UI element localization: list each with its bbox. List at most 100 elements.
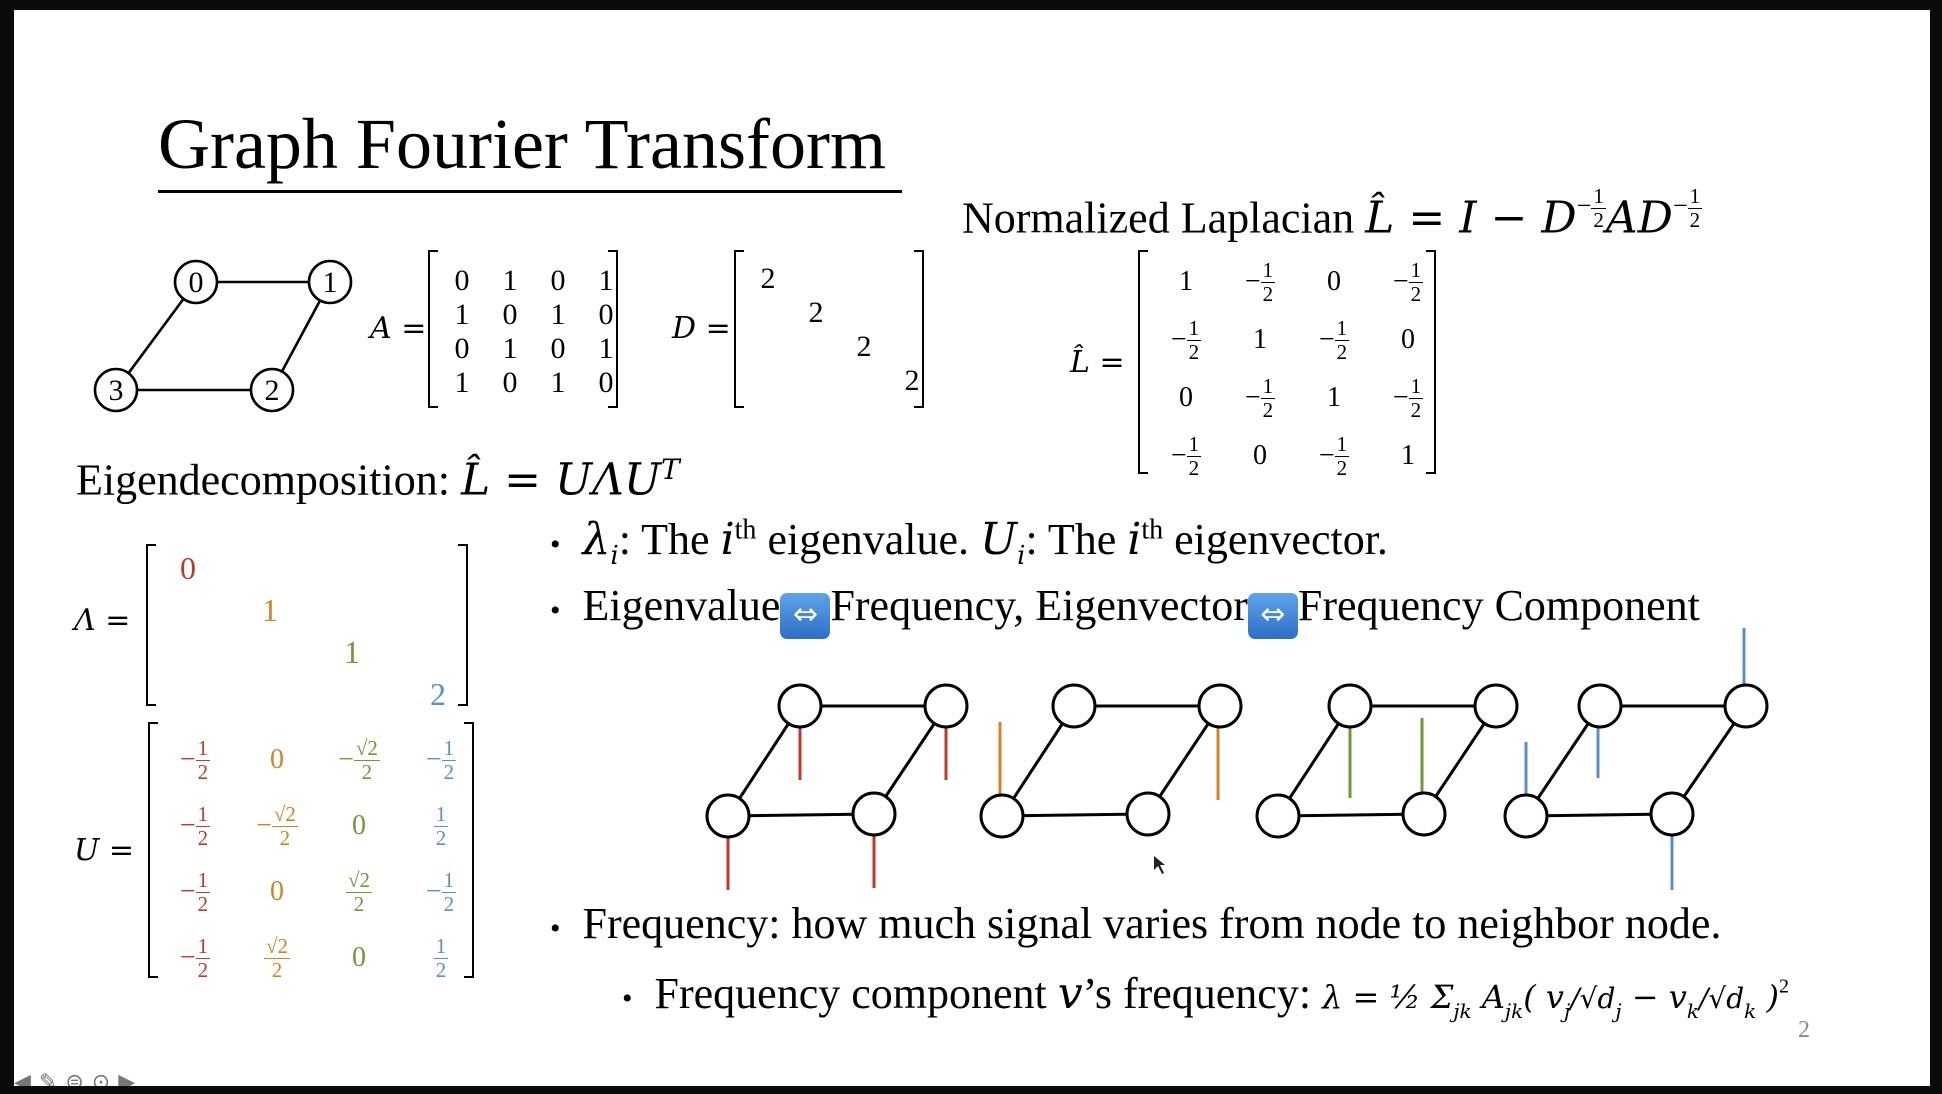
lambda-diag-2: 1 (344, 634, 360, 670)
adjacency-cell: 1 (550, 366, 566, 399)
slide-title: Graph Fourier Transform (158, 104, 886, 184)
signal-graph-1 (1000, 704, 1222, 818)
signal-node (1255, 793, 1301, 839)
u-cell: − √2 2 (338, 735, 380, 784)
degree-bracket-left (734, 250, 744, 408)
bullet-frequency-formula: • Frequency component v’s frequency: λ =… (622, 968, 1789, 1023)
laplacian-cell: −1 2 (1244, 257, 1276, 306)
eigen-heading-text: Eigendecomposition: (76, 455, 450, 505)
lambda-bracket-left (146, 544, 156, 706)
signal-node (1723, 683, 1769, 729)
laplacian-cell: 0 (1179, 382, 1193, 413)
adjacency-cell: 1 (502, 264, 518, 297)
bullet-dot: • (550, 528, 561, 561)
bullet-frequency-text: Frequency: how much signal varies from n… (582, 899, 1722, 948)
signal-node (1051, 683, 1097, 729)
laplacian-cell: −1 2 (1244, 373, 1276, 422)
signal-node (1401, 791, 1447, 837)
u-cell: 0 (270, 876, 284, 907)
u-cell: −1 2 (179, 801, 211, 850)
pen-tool-icon[interactable]: ✎ (39, 1070, 57, 1087)
adjacency-cell: 0 (454, 264, 470, 297)
signal-node (923, 683, 969, 729)
adjacency-cell: 1 (598, 332, 614, 365)
u-cell: −1 2 (179, 933, 211, 982)
bullet-dot: • (550, 912, 561, 945)
lambda-diag-1: 1 (262, 592, 278, 628)
signal-node (1503, 793, 1549, 839)
lambda-bracket-right (458, 544, 468, 706)
adjacency-cell: 1 (550, 298, 566, 331)
adjacency-cell: 0 (550, 264, 566, 297)
laplacian-cell: −1 2 (1170, 315, 1202, 364)
eigen-heading-sup: T (660, 453, 680, 486)
adjacency-cell: 0 (598, 366, 614, 399)
presentation-controls: ◀ ✎ ⊜ ⊙ ▶ (14, 1068, 135, 1087)
eigen-heading-formula: L̂ = UΛU (460, 454, 661, 506)
graph-node-label-3: 3 (109, 374, 124, 407)
signal-node (1125, 791, 1171, 837)
signal-node (777, 683, 823, 729)
laplacian-exp-1: −1 2 (1576, 184, 1606, 232)
adjacency-cell: 0 (598, 298, 614, 331)
adjacency-cell: 1 (502, 332, 518, 365)
u-cell: −1 2 (425, 735, 457, 784)
adjacency-label: A = (370, 311, 427, 346)
lambda-label: Λ = (74, 603, 131, 638)
adjacency-cell: 1 (598, 264, 614, 297)
eigendecomposition-heading: Eigendecomposition: L̂ = UΛUT (76, 456, 680, 503)
slide-menu-icon[interactable]: ⊜ (65, 1070, 83, 1087)
u-cell: −1 2 (425, 867, 457, 916)
laplacian-cell: −1 2 (1392, 257, 1424, 306)
u-cell: 12 (433, 801, 449, 850)
signal-node (1649, 791, 1695, 837)
signal-graph-2 (1276, 704, 1498, 818)
laplacian-heading: Normalized Laplacian L̂ = I − D− 1 2 AD− 1 2 (962, 184, 1703, 243)
u-label: U = (74, 833, 134, 868)
next-slide-icon[interactable]: ▶ (118, 1070, 135, 1087)
u-cell: 0 (352, 810, 366, 841)
more-options-icon[interactable]: ⊙ (92, 1070, 110, 1087)
u-cell: √2 2 (263, 933, 291, 982)
degree-cell: 2 (856, 330, 872, 363)
laplacian-cell: 1 (1327, 382, 1341, 413)
laplacian-cell: 0 (1253, 440, 1267, 471)
laplacian-cell: 1 (1179, 266, 1193, 297)
signal-graph-3 (1524, 704, 1748, 818)
u-cell: −1 2 (179, 867, 211, 916)
degree-cell: 2 (904, 364, 920, 397)
signal-node (1327, 683, 1373, 729)
laplacian-heading-text: Normalized Laplacian (962, 193, 1355, 243)
page-number: 2 (1798, 1017, 1810, 1043)
laplacian-bracket-left (1138, 250, 1148, 474)
degree-label: D = (672, 311, 731, 346)
degree-cell: 2 (760, 262, 776, 295)
bullet-frequency-definition: • Frequency: how much signal varies from… (550, 902, 1721, 946)
bullet-dot: • (622, 982, 633, 1015)
title-underline (158, 190, 902, 193)
adjacency-cell: 0 (550, 332, 566, 365)
mouse-cursor-icon (1154, 856, 1165, 874)
graph-node-label-2: 2 (265, 374, 280, 407)
signal-graph-0 (726, 704, 948, 818)
u-cell: 12 (433, 933, 449, 982)
adjacency-bracket-left (428, 250, 438, 408)
laplacian-cell: −1 2 (1392, 373, 1424, 422)
u-cell: −1 2 (179, 735, 211, 784)
adjacency-cell: 1 (454, 366, 470, 399)
lambda-diag-3: 2 (430, 676, 446, 712)
u-cell: √2 2 (345, 867, 373, 916)
laplacian-cell: 0 (1401, 324, 1415, 355)
laplacian-cell: 1 (1401, 440, 1415, 471)
u-cell: − √2 2 (256, 801, 298, 850)
laplacian-exp-2: −1 2 (1672, 184, 1703, 232)
adjacency-cell: 0 (502, 298, 518, 331)
laplacian-cell: −1 2 (1318, 315, 1350, 364)
previous-slide-icon[interactable]: ◀ (14, 1070, 31, 1087)
graph-diagram: 0 1 2 3 (93, 259, 353, 413)
signal-node (1197, 683, 1243, 729)
laplacian-cell: −1 2 (1318, 431, 1350, 480)
signal-node (851, 791, 897, 837)
signal-node (1577, 683, 1623, 729)
adjacency-cell: 0 (454, 332, 470, 365)
